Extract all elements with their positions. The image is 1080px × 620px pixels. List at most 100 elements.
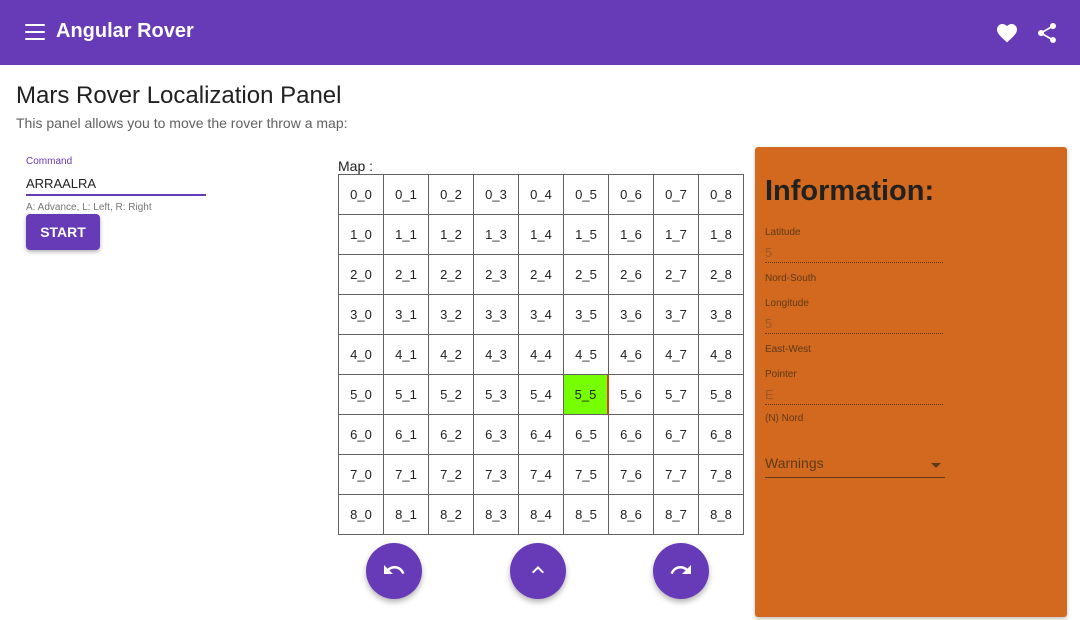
map-cell[interactable]: 2_3 bbox=[474, 255, 519, 295]
map-cell[interactable]: 8_0 bbox=[339, 495, 384, 535]
map-cell[interactable]: 4_3 bbox=[474, 335, 519, 375]
map-cell[interactable]: 2_8 bbox=[699, 255, 744, 295]
command-input[interactable] bbox=[26, 172, 206, 196]
map-cell[interactable]: 1_1 bbox=[384, 215, 429, 255]
map-cell[interactable]: 0_5 bbox=[564, 175, 609, 215]
map-cell[interactable]: 6_0 bbox=[339, 415, 384, 455]
map-cell[interactable]: 6_8 bbox=[699, 415, 744, 455]
map-cell[interactable]: 0_0 bbox=[339, 175, 384, 215]
map-cell[interactable]: 3_7 bbox=[654, 295, 699, 335]
map-cell[interactable]: 7_7 bbox=[654, 455, 699, 495]
map-cell[interactable]: 5_0 bbox=[339, 375, 384, 415]
map-cell[interactable]: 2_5 bbox=[564, 255, 609, 295]
map-cell[interactable]: 8_3 bbox=[474, 495, 519, 535]
map-cell[interactable]: 4_8 bbox=[699, 335, 744, 375]
map-cell[interactable]: 2_6 bbox=[609, 255, 654, 295]
map-cell[interactable]: 3_3 bbox=[474, 295, 519, 335]
map-cell[interactable]: 1_5 bbox=[564, 215, 609, 255]
start-button[interactable]: START bbox=[26, 214, 100, 250]
map-cell-rover[interactable]: 5_5 bbox=[564, 375, 609, 415]
map-cell[interactable]: 4_2 bbox=[429, 335, 474, 375]
map-cell[interactable]: 2_0 bbox=[339, 255, 384, 295]
map-cell[interactable]: 3_4 bbox=[519, 295, 564, 335]
map-cell[interactable]: 6_5 bbox=[564, 415, 609, 455]
map-cell[interactable]: 1_0 bbox=[339, 215, 384, 255]
map-cell[interactable]: 8_2 bbox=[429, 495, 474, 535]
map-cell[interactable]: 0_2 bbox=[429, 175, 474, 215]
map-cell[interactable]: 8_4 bbox=[519, 495, 564, 535]
map-cell[interactable]: 5_3 bbox=[474, 375, 519, 415]
map-cell[interactable]: 7_8 bbox=[699, 455, 744, 495]
page-subtitle: This panel allows you to move the rover … bbox=[16, 115, 348, 131]
map-cell[interactable]: 8_8 bbox=[699, 495, 744, 535]
map-cell[interactable]: 0_8 bbox=[699, 175, 744, 215]
map-cell[interactable]: 3_8 bbox=[699, 295, 744, 335]
map-cell[interactable]: 4_0 bbox=[339, 335, 384, 375]
map-cell[interactable]: 4_1 bbox=[384, 335, 429, 375]
pointer-field: E bbox=[765, 386, 943, 405]
map-cell[interactable]: 5_6 bbox=[609, 375, 654, 415]
advance-icon bbox=[526, 558, 550, 585]
map-cell[interactable]: 8_1 bbox=[384, 495, 429, 535]
map-cell[interactable]: 5_8 bbox=[699, 375, 744, 415]
map-cell[interactable]: 0_6 bbox=[609, 175, 654, 215]
map-cell[interactable]: 6_7 bbox=[654, 415, 699, 455]
map-cell[interactable]: 5_2 bbox=[429, 375, 474, 415]
map-cell[interactable]: 4_5 bbox=[564, 335, 609, 375]
map-cell[interactable]: 6_3 bbox=[474, 415, 519, 455]
map-grid: 0_0 0_1 0_2 0_3 0_4 0_5 0_6 0_7 0_8 1_0 1_1 1_2 1_3 1… bbox=[338, 174, 744, 535]
app-toolbar: Angular Rover bbox=[0, 0, 1080, 65]
map-cell[interactable]: 3_6 bbox=[609, 295, 654, 335]
map-cell[interactable]: 2_2 bbox=[429, 255, 474, 295]
map-cell[interactable]: 0_1 bbox=[384, 175, 429, 215]
rotate-left-icon bbox=[382, 558, 406, 585]
map-cell[interactable]: 8_7 bbox=[654, 495, 699, 535]
map-cell[interactable]: 6_2 bbox=[429, 415, 474, 455]
map-cell[interactable]: 7_2 bbox=[429, 455, 474, 495]
map-cell[interactable]: 3_1 bbox=[384, 295, 429, 335]
map-cell[interactable]: 5_4 bbox=[519, 375, 564, 415]
map-cell[interactable]: 6_4 bbox=[519, 415, 564, 455]
menu-icon[interactable] bbox=[25, 24, 45, 40]
map-cell[interactable]: 7_4 bbox=[519, 455, 564, 495]
map-cell[interactable]: 5_7 bbox=[654, 375, 699, 415]
map-cell[interactable]: 7_1 bbox=[384, 455, 429, 495]
map-cell[interactable]: 1_2 bbox=[429, 215, 474, 255]
page-title: Mars Rover Localization Panel bbox=[16, 82, 342, 109]
dropdown-arrow-icon bbox=[931, 463, 941, 468]
map-cell[interactable]: 7_5 bbox=[564, 455, 609, 495]
rotate-left-button[interactable] bbox=[366, 543, 422, 599]
map-cell[interactable]: 2_1 bbox=[384, 255, 429, 295]
advance-button[interactable] bbox=[510, 543, 566, 599]
map-cell[interactable]: 6_1 bbox=[384, 415, 429, 455]
map-cell[interactable]: 2_7 bbox=[654, 255, 699, 295]
map-cell[interactable]: 4_4 bbox=[519, 335, 564, 375]
map-cell[interactable]: 3_0 bbox=[339, 295, 384, 335]
map-cell[interactable]: 2_4 bbox=[519, 255, 564, 295]
map-cell[interactable]: 0_7 bbox=[654, 175, 699, 215]
heart-icon[interactable] bbox=[995, 21, 1019, 45]
map-cell[interactable]: 7_0 bbox=[339, 455, 384, 495]
map-cell[interactable]: 0_4 bbox=[519, 175, 564, 215]
map-cell[interactable]: 1_3 bbox=[474, 215, 519, 255]
map-cell[interactable]: 8_5 bbox=[564, 495, 609, 535]
latitude-field: 5 bbox=[765, 244, 943, 263]
map-cell[interactable]: 0_3 bbox=[474, 175, 519, 215]
map-cell[interactable]: 1_4 bbox=[519, 215, 564, 255]
map-cell[interactable]: 8_6 bbox=[609, 495, 654, 535]
map-cell[interactable]: 5_1 bbox=[384, 375, 429, 415]
map-cell[interactable]: 1_7 bbox=[654, 215, 699, 255]
map-cell[interactable]: 4_6 bbox=[609, 335, 654, 375]
share-icon[interactable] bbox=[1035, 21, 1059, 45]
warnings-select[interactable]: Warnings bbox=[765, 455, 945, 478]
map-cell[interactable]: 1_8 bbox=[699, 215, 744, 255]
map-cell[interactable]: 7_6 bbox=[609, 455, 654, 495]
map-cell[interactable]: 4_7 bbox=[654, 335, 699, 375]
map-cell[interactable]: 3_5 bbox=[564, 295, 609, 335]
map-cell[interactable]: 6_6 bbox=[609, 415, 654, 455]
rotate-right-button[interactable] bbox=[653, 543, 709, 599]
latitude-label: Latitude bbox=[765, 227, 801, 238]
map-cell[interactable]: 7_3 bbox=[474, 455, 519, 495]
map-cell[interactable]: 3_2 bbox=[429, 295, 474, 335]
map-cell[interactable]: 1_6 bbox=[609, 215, 654, 255]
